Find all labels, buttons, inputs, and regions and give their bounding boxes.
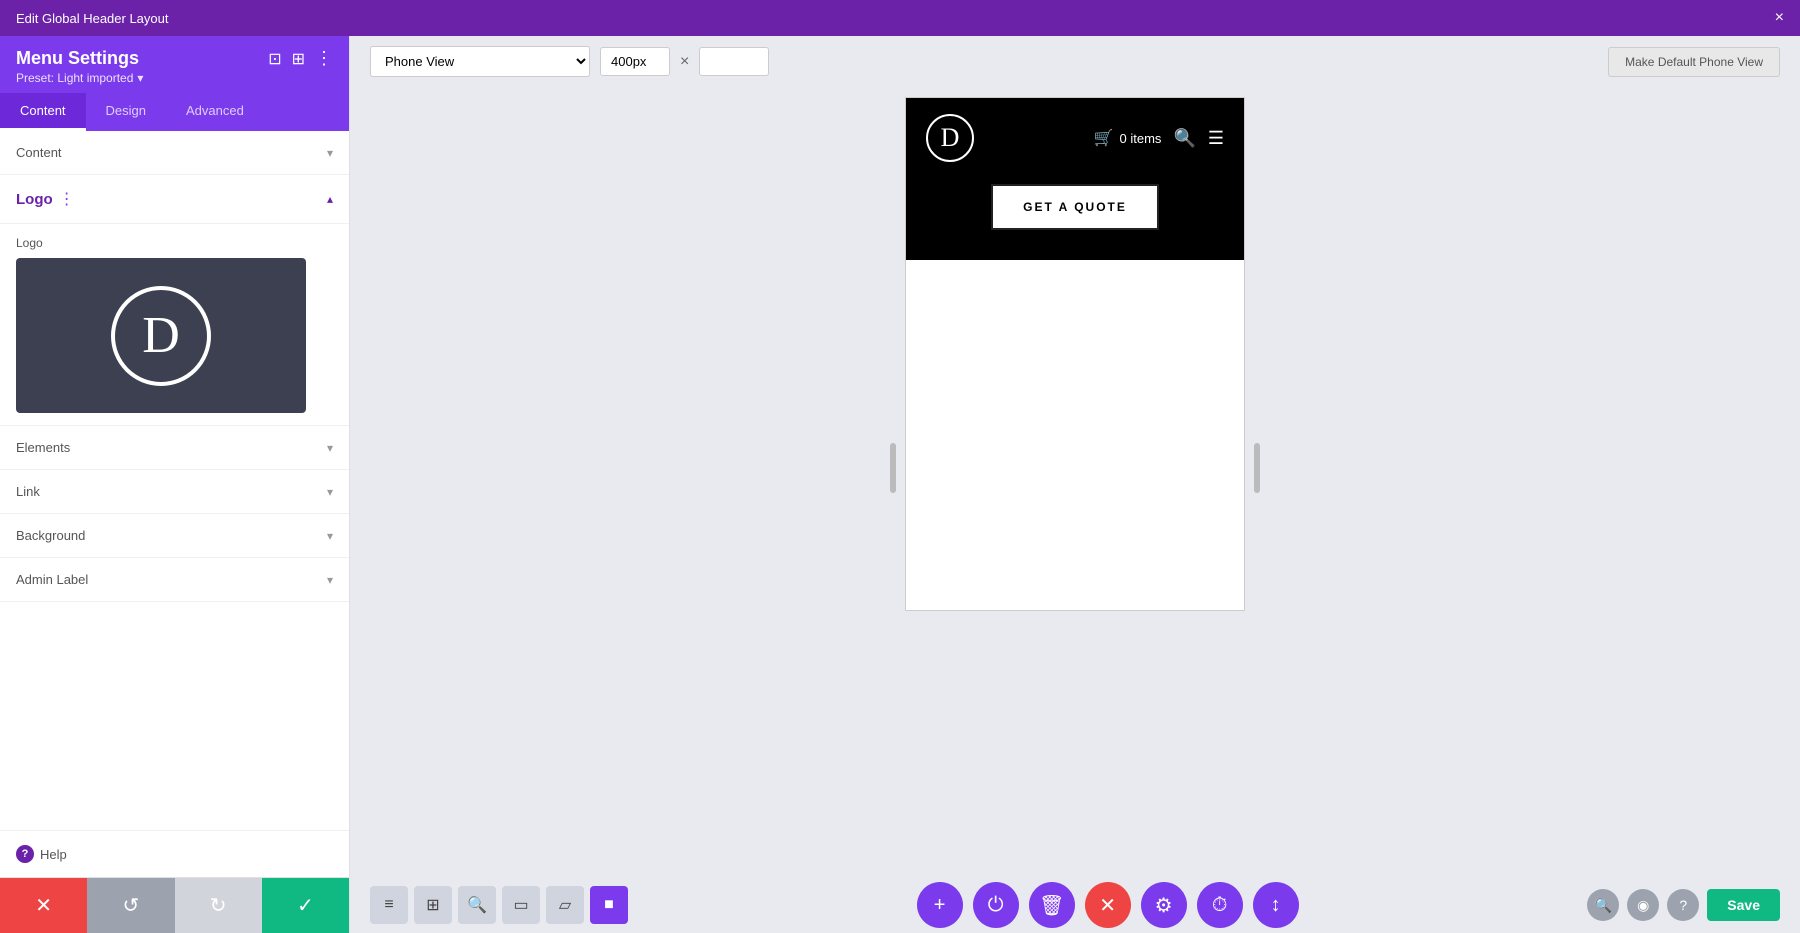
logo-section: Logo D xyxy=(0,224,349,426)
help-icon: ? xyxy=(16,845,34,863)
desktop-tool-button[interactable]: ▭ xyxy=(502,886,540,924)
phone-logo-d: D xyxy=(941,123,960,153)
section-background-label: Background xyxy=(16,528,85,543)
quote-button[interactable]: GET A QUOTE xyxy=(991,184,1159,230)
chevron-up-icon: ▴ xyxy=(327,192,333,206)
section-admin-label[interactable]: Admin Label ▾ xyxy=(0,558,349,602)
section-admin-label-text: Admin Label xyxy=(16,572,88,587)
add-button[interactable]: + xyxy=(917,882,963,928)
section-elements[interactable]: Elements ▾ xyxy=(0,426,349,470)
close-button[interactable]: × xyxy=(1775,9,1784,27)
close-button-center[interactable]: ✕ xyxy=(1085,882,1131,928)
timer-button[interactable]: ⏱ xyxy=(1197,882,1243,928)
circle-icon[interactable]: ◉ xyxy=(1627,889,1659,921)
canvas-toolbar: Phone View Tablet View Desktop View × Ma… xyxy=(350,36,1800,87)
sidebar-footer: ? Help xyxy=(0,830,349,877)
title-bar: Edit Global Header Layout × xyxy=(0,0,1800,36)
tab-advanced[interactable]: Advanced xyxy=(166,93,264,131)
sidebar-content: Content ▾ Logo ⋮ ▴ Logo D xyxy=(0,131,349,830)
section-logo-more-icon[interactable]: ⋮ xyxy=(59,189,75,209)
resize-handle-left[interactable] xyxy=(890,443,896,493)
canvas-area: Phone View Tablet View Desktop View × Ma… xyxy=(350,36,1800,933)
undo-button[interactable]: ↺ xyxy=(87,878,174,933)
phone-header: D 🛒 0 items 🔍 ☰ GET A QUOTE xyxy=(906,98,1244,260)
help-canvas-icon[interactable]: ? xyxy=(1667,889,1699,921)
list-tool-button[interactable]: ≡ xyxy=(370,886,408,924)
sidebar-preset: Preset: Light imported ▾ xyxy=(16,71,143,85)
canvas-bottom-toolbar: ≡ ⊞ 🔍 ▭ ▱ ■ + ⏻ 🗑 ✕ ⚙ ⏱ ↕ 🔍 ◉ ? xyxy=(350,877,1800,933)
tablet-tool-button[interactable]: ▱ xyxy=(546,886,584,924)
view-select[interactable]: Phone View Tablet View Desktop View xyxy=(370,46,590,77)
section-content[interactable]: Content ▾ xyxy=(0,131,349,175)
zoom-icon[interactable]: 🔍 xyxy=(1587,889,1619,921)
logo-field-label: Logo xyxy=(16,236,333,250)
chevron-link-icon: ▾ xyxy=(327,485,333,499)
phone-body xyxy=(906,260,1244,610)
section-content-label: Content xyxy=(16,145,62,160)
chevron-elements-icon: ▾ xyxy=(327,441,333,455)
search-tool-button[interactable]: 🔍 xyxy=(458,886,496,924)
cancel-button[interactable]: ✕ xyxy=(0,878,87,933)
chevron-down-icon: ▾ xyxy=(327,146,333,160)
logo-circle: D xyxy=(111,286,211,386)
section-link[interactable]: Link ▾ xyxy=(0,470,349,514)
delete-button[interactable]: 🗑 xyxy=(1029,882,1075,928)
spacer-input[interactable] xyxy=(699,47,769,76)
more-icon[interactable]: ⋮ xyxy=(315,48,333,69)
tabs: Content Design Advanced xyxy=(0,93,349,131)
tab-design[interactable]: Design xyxy=(86,93,166,131)
sidebar-header-icons: ⊡ ⊞ ⋮ xyxy=(268,48,333,69)
tab-content[interactable]: Content xyxy=(0,93,86,131)
chevron-background-icon: ▾ xyxy=(327,529,333,543)
sidebar-header: Menu Settings Preset: Light imported ▾ ⊡… xyxy=(0,36,349,93)
confirm-button[interactable]: ✓ xyxy=(262,878,349,933)
settings-button[interactable]: ⚙ xyxy=(1141,882,1187,928)
section-logo-label: Logo xyxy=(16,191,53,208)
chevron-admin-icon: ▾ xyxy=(327,573,333,587)
clear-width-button[interactable]: × xyxy=(680,53,689,71)
settings-icon[interactable]: ⊡ xyxy=(268,49,281,69)
section-background[interactable]: Background ▾ xyxy=(0,514,349,558)
hamburger-icon[interactable]: ☰ xyxy=(1208,128,1224,149)
phone-header-right: 🛒 0 items 🔍 ☰ xyxy=(1094,128,1224,149)
grid-tool-button[interactable]: ⊞ xyxy=(414,886,452,924)
sidebar-title: Menu Settings xyxy=(16,48,143,69)
phone-preview: D 🛒 0 items 🔍 ☰ GET A QUOTE xyxy=(905,97,1245,611)
section-logo[interactable]: Logo ⋮ ▴ xyxy=(0,175,349,224)
section-elements-label: Elements xyxy=(16,440,70,455)
power-button[interactable]: ⏻ xyxy=(973,882,1019,928)
canvas-tools-left: ≡ ⊞ 🔍 ▭ ▱ ■ xyxy=(370,886,628,924)
title-bar-title: Edit Global Header Layout xyxy=(16,11,168,26)
main-layout: Menu Settings Preset: Light imported ▾ ⊡… xyxy=(0,36,1800,933)
cart-text: 🛒 0 items xyxy=(1094,128,1162,148)
width-input[interactable] xyxy=(600,47,670,76)
section-logo-row: Logo ⋮ xyxy=(16,189,75,209)
phone-tool-button[interactable]: ■ xyxy=(590,886,628,924)
save-button[interactable]: Save xyxy=(1707,889,1780,921)
resize-handle-right[interactable] xyxy=(1254,443,1260,493)
make-default-button[interactable]: Make Default Phone View xyxy=(1608,47,1780,77)
help-label[interactable]: Help xyxy=(40,847,67,862)
logo-d-letter: D xyxy=(142,306,180,365)
cart-count: 0 items xyxy=(1120,131,1162,146)
canvas-tools-center: + ⏻ 🗑 ✕ ⚙ ⏱ ↕ xyxy=(917,882,1299,928)
columns-icon[interactable]: ⊞ xyxy=(292,49,305,69)
cart-icon: 🛒 xyxy=(1094,128,1114,148)
search-icon[interactable]: 🔍 xyxy=(1173,128,1195,149)
phone-preview-container: D 🛒 0 items 🔍 ☰ GET A QUOTE xyxy=(350,87,1800,877)
sidebar: Menu Settings Preset: Light imported ▾ ⊡… xyxy=(0,36,350,933)
bottom-action-bar: ✕ ↺ ↻ ✓ xyxy=(0,877,349,933)
logo-preview[interactable]: D xyxy=(16,258,306,413)
canvas-tools-right: 🔍 ◉ ? Save xyxy=(1587,889,1780,921)
sort-button[interactable]: ↕ xyxy=(1253,882,1299,928)
phone-logo-circle: D xyxy=(926,114,974,162)
redo-button[interactable]: ↻ xyxy=(175,878,262,933)
section-link-label: Link xyxy=(16,484,40,499)
